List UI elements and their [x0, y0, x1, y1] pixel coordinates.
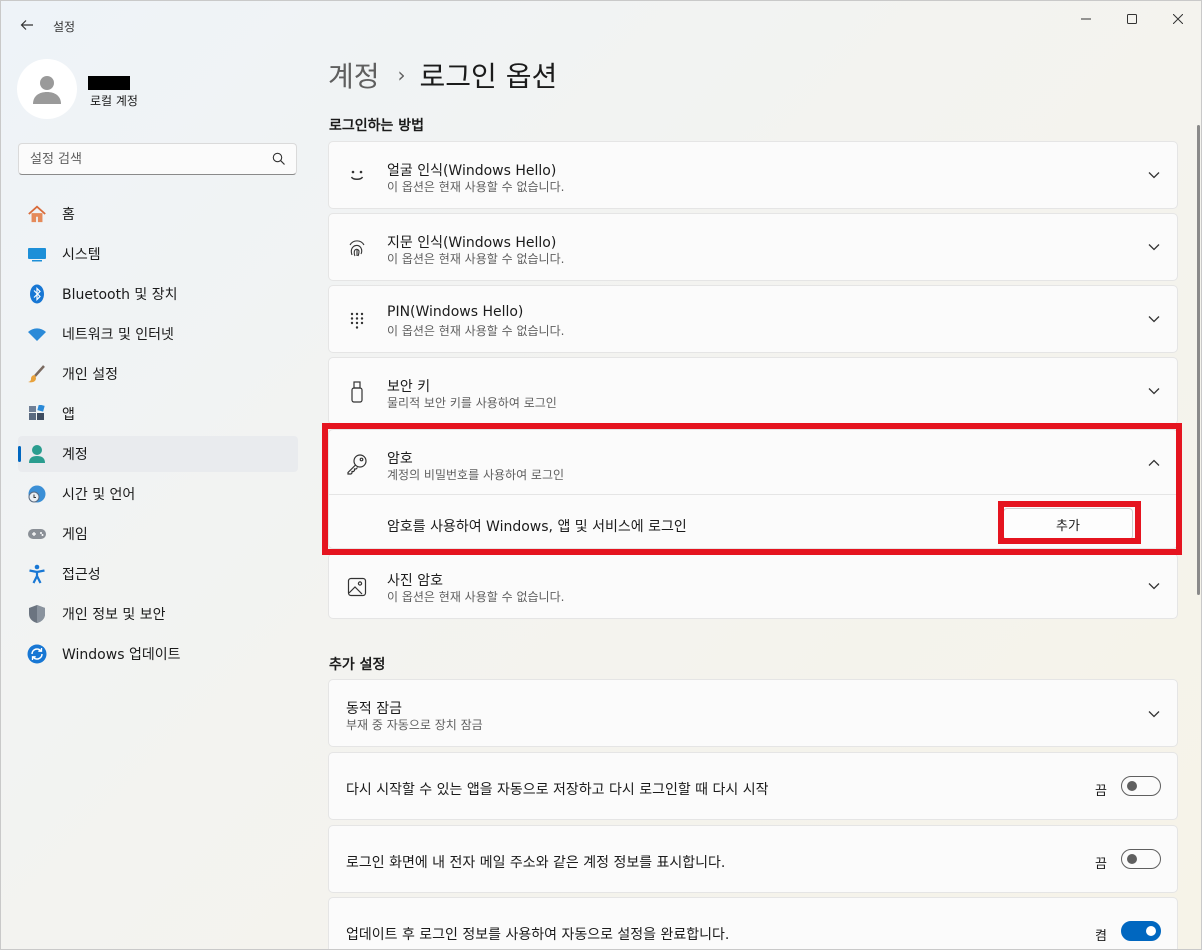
sidebar-item-windows-update[interactable]: Windows 업데이트	[18, 636, 298, 672]
home-icon	[27, 204, 47, 224]
search-input[interactable]	[19, 144, 259, 174]
add-password-button[interactable]: 추가	[1003, 508, 1133, 540]
divider	[329, 494, 1177, 495]
sidebar-item-apps[interactable]: 앱	[18, 396, 298, 432]
fingerprint-icon	[345, 236, 369, 260]
fingerprint-card[interactable]: 지문 인식(Windows Hello) 이 옵션은 현재 사용할 수 없습니다…	[328, 213, 1178, 281]
maximize-icon	[1127, 14, 1137, 24]
app-title: 설정	[53, 20, 76, 34]
sidebar-item-bluetooth[interactable]: Bluetooth 및 장치	[18, 276, 298, 312]
account-icon	[27, 444, 47, 464]
sidebar-item-time-language[interactable]: 시간 및 언어	[18, 476, 298, 512]
system-icon	[27, 244, 47, 264]
sidebar-item-personalization[interactable]: 개인 설정	[18, 356, 298, 392]
chevron-down-icon	[1147, 168, 1161, 182]
sidebar-item-home[interactable]: 홈	[18, 196, 298, 232]
close-button[interactable]	[1155, 1, 1201, 37]
title-bar: 설정	[1, 1, 1201, 49]
chevron-down-icon	[1147, 707, 1161, 721]
back-button[interactable]	[13, 11, 41, 39]
sidebar-item-gaming[interactable]: 게임	[18, 516, 298, 552]
brush-icon	[27, 364, 47, 384]
chevron-down-icon	[1147, 312, 1161, 326]
breadcrumb-separator: ›	[397, 63, 406, 87]
sidebar-nav: 홈 시스템 Bluetooth 및 장치 네트워크 및 인터넷 개인 설정 앱 …	[18, 196, 298, 676]
close-icon	[1173, 14, 1183, 24]
maximize-button[interactable]	[1109, 1, 1155, 37]
signin-section-title: 로그인하는 방법	[329, 118, 425, 134]
show-account-info-card: 로그인 화면에 내 전자 메일 주소와 같은 계정 정보를 표시합니다. 끔	[328, 825, 1178, 893]
profile-name-redacted	[88, 76, 130, 90]
accessibility-icon	[27, 564, 47, 584]
sidebar-item-system[interactable]: 시스템	[18, 236, 298, 272]
chevron-down-icon	[1147, 579, 1161, 593]
account-type: 로컬 계정	[90, 94, 138, 108]
password-expanded-text: 암호를 사용하여 Windows, 앱 및 서비스에 로그인	[387, 519, 687, 535]
password-card: 암호 계정의 비밀번호를 사용하여 로그인 암호를 사용하여 Windows, …	[328, 429, 1178, 549]
show-account-info-toggle[interactable]	[1121, 849, 1161, 869]
sidebar-item-accessibility[interactable]: 접근성	[18, 556, 298, 592]
toggle-state-label: 끔	[1095, 784, 1107, 799]
settings-search[interactable]	[18, 143, 297, 175]
breadcrumb-parent[interactable]: 계정	[328, 55, 380, 95]
chevron-down-icon	[1147, 384, 1161, 398]
apps-icon	[27, 404, 47, 424]
pin-card[interactable]: PIN(Windows Hello) 이 옵션은 현재 사용할 수 없습니다.	[328, 285, 1178, 353]
password-card-header[interactable]: 암호 계정의 비밀번호를 사용하여 로그인	[329, 430, 1177, 494]
minimize-icon	[1081, 18, 1091, 20]
gamepad-icon	[27, 524, 47, 544]
clock-globe-icon	[27, 484, 47, 504]
avatar	[17, 59, 77, 119]
chevron-down-icon	[1147, 240, 1161, 254]
scrollbar[interactable]	[1197, 125, 1200, 595]
picture-password-card[interactable]: 사진 암호 이 옵션은 현재 사용할 수 없습니다.	[328, 553, 1178, 619]
bluetooth-icon	[27, 284, 47, 304]
picture-icon	[345, 575, 369, 599]
back-arrow-icon	[20, 20, 33, 30]
keypad-icon	[345, 308, 369, 332]
toggle-state-label: 끔	[1095, 857, 1107, 872]
sidebar-item-network[interactable]: 네트워크 및 인터넷	[18, 316, 298, 352]
auto-finish-setup-card: 업데이트 후 로그인 정보를 사용하여 자동으로 설정을 완료합니다. 켬	[328, 897, 1178, 949]
restart-apps-card: 다시 시작할 수 있는 앱을 자동으로 저장하고 다시 로그인할 때 다시 시작…	[328, 752, 1178, 820]
breadcrumb: 계정 › 로그인 옵션	[328, 55, 557, 95]
page-title: 로그인 옵션	[419, 60, 558, 93]
auto-finish-setup-toggle[interactable]	[1121, 921, 1161, 941]
minimize-button[interactable]	[1063, 1, 1109, 37]
face-recognition-card[interactable]: 얼굴 인식(Windows Hello) 이 옵션은 현재 사용할 수 없습니다…	[328, 141, 1178, 209]
toggle-state-label: 켬	[1095, 929, 1107, 944]
shield-icon	[27, 604, 47, 624]
dynamic-lock-card[interactable]: 동적 잠금 부재 중 자동으로 장치 잠금	[328, 679, 1178, 747]
key-icon	[345, 452, 369, 476]
chevron-up-icon	[1147, 456, 1161, 470]
usb-key-icon	[345, 380, 369, 404]
update-icon	[27, 644, 47, 664]
face-icon	[345, 164, 369, 188]
sidebar-item-privacy[interactable]: 개인 정보 및 보안	[18, 596, 298, 632]
search-icon	[272, 152, 285, 165]
settings-window: 설정 로컬 계정 홈	[0, 0, 1202, 950]
security-key-card[interactable]: 보안 키 물리적 보안 키를 사용하여 로그인	[328, 357, 1178, 425]
user-silhouette-icon	[33, 76, 61, 104]
wifi-icon	[27, 324, 47, 344]
restart-apps-toggle[interactable]	[1121, 776, 1161, 796]
additional-section-title: 추가 설정	[329, 657, 386, 673]
sidebar-item-accounts[interactable]: 계정	[18, 436, 298, 472]
